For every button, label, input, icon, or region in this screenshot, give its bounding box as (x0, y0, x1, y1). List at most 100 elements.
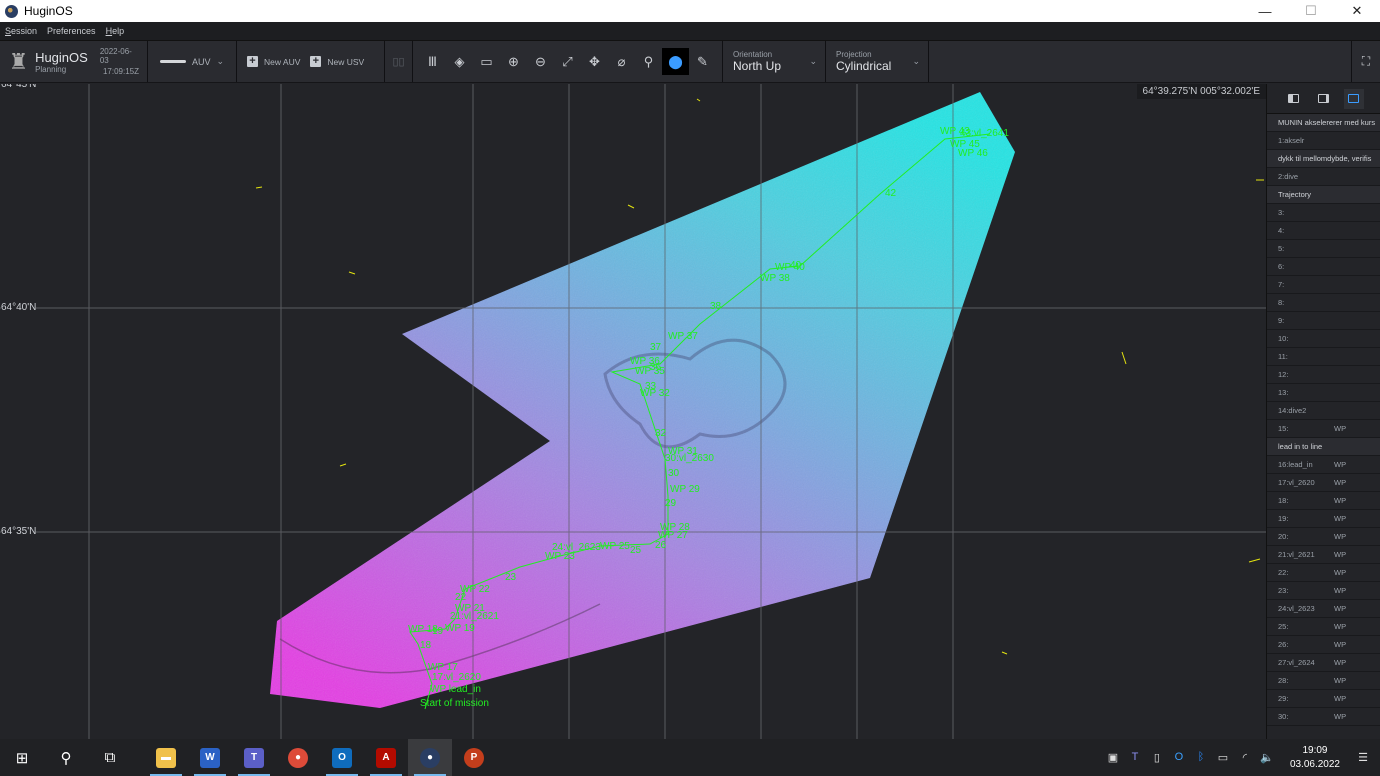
minimize-button[interactable]: — (1242, 0, 1288, 22)
outlook-tray-icon[interactable]: O (1172, 751, 1186, 764)
mission-item-row[interactable]: 21:vl_2621 WP (1267, 546, 1380, 564)
acrobat-app[interactable]: A (364, 739, 408, 776)
split-view-button[interactable]: ▯▯ (385, 41, 413, 82)
waypoint-label[interactable]: 18 (420, 640, 432, 651)
mission-item-row[interactable]: 30: WP (1267, 708, 1380, 726)
waypoint-label[interactable]: 43:vl_2641 (960, 128, 1009, 139)
waypoint-label[interactable]: WP 22 (460, 584, 490, 595)
waypoint-label[interactable]: 29 (665, 498, 677, 509)
waypoint-label[interactable]: WP 37 (668, 331, 698, 342)
task-view-button[interactable]: ⧉ (88, 739, 132, 776)
waypoint-label[interactable]: 17:vl_2620 (432, 672, 481, 683)
mission-item-row[interactable]: 15: WP (1267, 420, 1380, 438)
mission-item-row[interactable]: 26: WP (1267, 636, 1380, 654)
add-marker-tool-button[interactable]: ⚲ (635, 48, 662, 75)
battery-icon[interactable]: ▭ (1216, 751, 1230, 764)
mission-item-row[interactable]: 3: (1267, 204, 1380, 222)
mission-item-row[interactable]: 22: WP (1267, 564, 1380, 582)
waypoint-label[interactable]: 37 (650, 342, 662, 353)
huginos-app[interactable]: ● (408, 739, 452, 776)
waypoint-label[interactable]: WP 29 (670, 484, 700, 495)
waypoint-label[interactable]: 40 (790, 260, 802, 271)
fit-extent-tool-button[interactable]: ⤢ (554, 48, 581, 75)
mission-item-row[interactable]: 6: (1267, 258, 1380, 276)
waypoint-tool-button[interactable]: ⬤ (662, 48, 689, 75)
menu-item-help[interactable]: Help (106, 26, 125, 36)
waypoint-label[interactable]: 38 (710, 301, 722, 312)
waypoint-label[interactable]: WP 31 (668, 446, 698, 457)
bluetooth-icon[interactable]: ᛒ (1194, 751, 1208, 764)
mission-item-row[interactable]: 5: (1267, 240, 1380, 258)
vehicle-selector[interactable]: AUV ⌄ (148, 41, 237, 82)
mission-item-row[interactable]: 20: WP (1267, 528, 1380, 546)
waypoint-label[interactable]: 33 (645, 381, 657, 392)
network-icon[interactable]: ▣ (1106, 751, 1120, 764)
mission-item-row[interactable]: 9: (1267, 312, 1380, 330)
waypoint-label[interactable]: WP 28 (660, 522, 690, 533)
word-app[interactable]: W (188, 739, 232, 776)
chrome-app[interactable]: ● (276, 739, 320, 776)
mission-item-row[interactable]: 13: (1267, 384, 1380, 402)
search-button[interactable]: ⚲ (44, 739, 88, 776)
mission-group-header[interactable]: lead in to line (1267, 438, 1380, 456)
waypoint-label[interactable]: WP 17 (428, 662, 458, 673)
layout-full-button[interactable] (1343, 88, 1364, 109)
waypoint-label[interactable]: 23 (505, 572, 517, 583)
mission-item-row[interactable]: 16:lead_in WP (1267, 456, 1380, 474)
powerpoint-app[interactable]: P (452, 739, 496, 776)
volume-icon[interactable]: 🔈 (1260, 751, 1274, 764)
new-usv-button[interactable]: + New USV (310, 56, 364, 67)
mission-group-header[interactable]: dykk til mellomdybde, verifis (1267, 150, 1380, 168)
map-canvas[interactable]: Start of mission WP lead_in 17:vl_2620 WP 1… (0, 84, 1266, 739)
mission-item-row[interactable]: 1:akselr (1267, 132, 1380, 150)
mission-item-row[interactable]: 4: (1267, 222, 1380, 240)
teams-app[interactable]: T (232, 739, 276, 776)
menu-item-session[interactable]: Session (5, 26, 37, 36)
wifi-icon[interactable]: ◜ (1238, 751, 1252, 764)
waypoint-label[interactable]: WP 25 (600, 541, 630, 552)
mission-group-header[interactable]: Trajectory (1267, 186, 1380, 204)
maximize-button[interactable]: ☐ (1288, 0, 1334, 22)
waypoint-label[interactable]: WP 38 (760, 273, 790, 284)
mission-item-row[interactable]: 7: (1267, 276, 1380, 294)
clock[interactable]: 19:09 03.06.2022 (1290, 744, 1340, 772)
waypoint-label[interactable]: 25 (630, 545, 642, 556)
mission-item-row[interactable]: 10: (1267, 330, 1380, 348)
lines-tool-button[interactable]: Ⅲ (419, 48, 446, 75)
zoom-in-tool-button[interactable]: ⊕ (500, 48, 527, 75)
mission-item-row[interactable]: 18: WP (1267, 492, 1380, 510)
mission-item-row[interactable]: 12: (1267, 366, 1380, 384)
orientation-dropdown[interactable]: Orientation North Up ⌄ (723, 41, 826, 82)
waypoint-label[interactable]: Start of mission (420, 698, 489, 709)
layout-right-button[interactable] (1314, 89, 1334, 109)
waypoint-label[interactable]: 30 (668, 468, 680, 479)
mission-item-row[interactable]: 2:dive (1267, 168, 1380, 186)
mission-item-row[interactable]: 23: WP (1267, 582, 1380, 600)
draw-tool-button[interactable]: ✎ (689, 48, 716, 75)
waypoint-label[interactable]: 26 (655, 540, 667, 551)
teams-tray-icon[interactable]: T (1128, 751, 1142, 764)
mission-item-row[interactable]: 28: WP (1267, 672, 1380, 690)
waypoint-label[interactable]: 42 (885, 188, 897, 199)
waypoint-label[interactable]: WP 36 (630, 356, 660, 367)
menu-item-preferences[interactable]: Preferences (47, 26, 96, 36)
waypoint-label[interactable]: WP 21 (455, 603, 485, 614)
waypoint-label[interactable]: 24:vl_2623 (552, 542, 601, 553)
map-svg[interactable]: Start of missionWP lead_in17:vl_2620WP 1… (0, 84, 1266, 739)
mission-item-row[interactable]: 8: (1267, 294, 1380, 312)
mission-item-row[interactable]: 24:vl_2623 WP (1267, 600, 1380, 618)
outlook-app[interactable]: O (320, 739, 364, 776)
zoom-out-tool-button[interactable]: ⊖ (527, 48, 554, 75)
mission-group-header[interactable]: MUNIN akselererer med kurs (1267, 114, 1380, 132)
mission-item-row[interactable]: 29: WP (1267, 690, 1380, 708)
mission-item-row[interactable]: 19: WP (1267, 510, 1380, 528)
waypoint-label[interactable]: 32 (655, 428, 667, 439)
waypoint-label[interactable]: WP lead_in (430, 684, 481, 695)
waypoint-label[interactable]: WP 19 (445, 623, 475, 634)
mission-item-row[interactable]: 14:dive2 (1267, 402, 1380, 420)
waypoint-label[interactable]: WP 46 (958, 148, 988, 159)
file-explorer-app[interactable]: ▬ (144, 739, 188, 776)
layout-left-button[interactable] (1284, 89, 1304, 109)
start-button[interactable]: ⊞ (0, 739, 44, 776)
new-auv-button[interactable]: + New AUV (247, 56, 300, 67)
